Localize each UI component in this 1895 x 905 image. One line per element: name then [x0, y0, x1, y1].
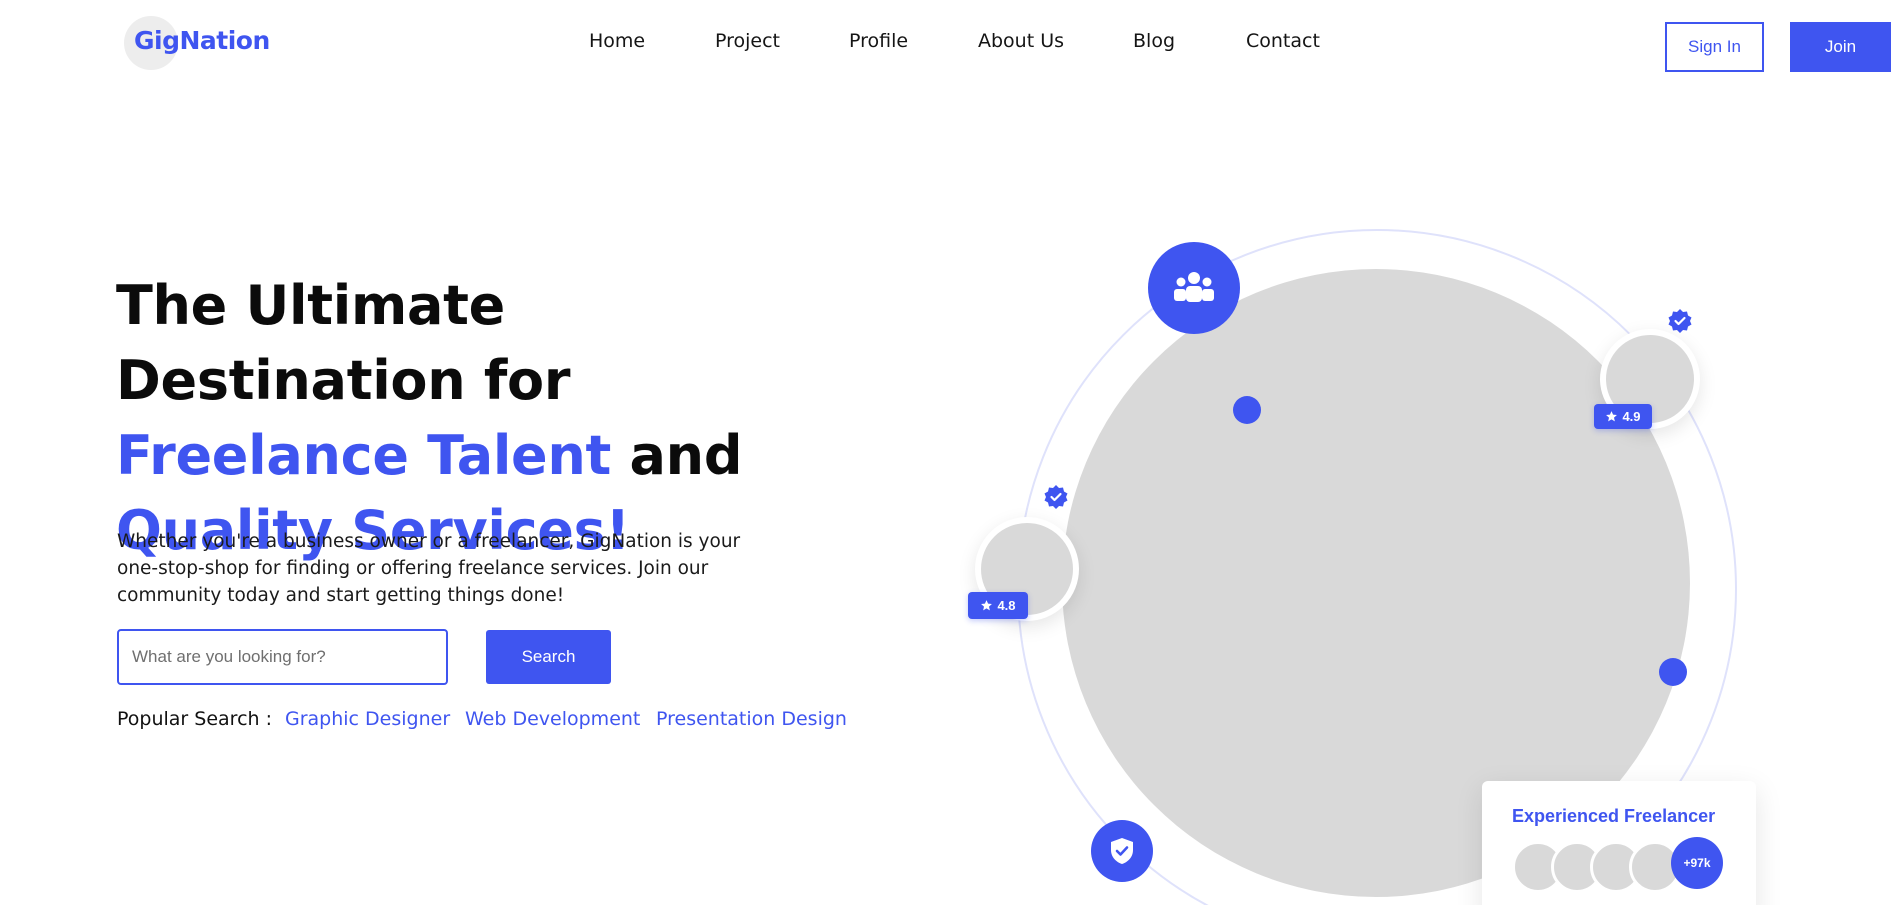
search-button[interactable]: Search — [486, 630, 611, 684]
nav-item-profile[interactable]: Profile — [849, 30, 908, 52]
hero-title: The Ultimate Destination for Freelance T… — [116, 268, 816, 568]
rating-badge: 4.9 — [1594, 404, 1652, 429]
hero-title-part2: and — [611, 424, 743, 487]
card-title: Experienced Freelancer — [1512, 806, 1716, 826]
hero-title-part1: The Ultimate Destination for — [116, 274, 571, 412]
nav-item-about-us[interactable]: About Us — [978, 30, 1064, 52]
verified-badge-icon — [1044, 485, 1068, 509]
decor-dot — [1233, 396, 1261, 424]
nav-item-blog[interactable]: Blog — [1133, 30, 1175, 52]
hero-title-accent-talent: Freelance Talent — [116, 424, 612, 487]
sign-in-button[interactable]: Sign In — [1665, 22, 1764, 72]
nav-item-contact[interactable]: Contact — [1246, 30, 1320, 52]
rating-value: 4.8 — [997, 598, 1016, 613]
popular-link-web-development[interactable]: Web Development — [465, 708, 640, 730]
experienced-freelancer-card: Experienced Freelancer — [1482, 781, 1756, 905]
verified-badge-icon — [1668, 309, 1692, 333]
star-icon — [981, 600, 993, 611]
shield-check-icon — [1091, 820, 1153, 882]
logo[interactable]: GigNation — [124, 15, 274, 71]
rating-value: 4.9 — [1622, 409, 1641, 424]
popular-search-label: Popular Search : — [117, 708, 272, 730]
decor-dot — [1659, 658, 1687, 686]
logo-text: GigNation — [134, 26, 270, 55]
popular-link-graphic-designer[interactable]: Graphic Designer — [285, 708, 450, 730]
popular-link-presentation-design[interactable]: Presentation Design — [656, 708, 847, 730]
hero-description: Whether you're a business owner or a fre… — [117, 531, 741, 606]
landing-page: GigNation Home Project Profile About Us … — [0, 0, 1895, 905]
nav-item-home[interactable]: Home — [589, 30, 645, 52]
freelancer-count-badge: +97k — [1671, 837, 1723, 889]
rating-badge: 4.8 — [968, 592, 1028, 619]
star-icon — [1606, 411, 1618, 422]
join-button[interactable]: Join — [1790, 22, 1891, 72]
nav-item-project[interactable]: Project — [715, 30, 780, 52]
users-group-icon — [1148, 242, 1240, 334]
search-input[interactable] — [117, 629, 448, 685]
